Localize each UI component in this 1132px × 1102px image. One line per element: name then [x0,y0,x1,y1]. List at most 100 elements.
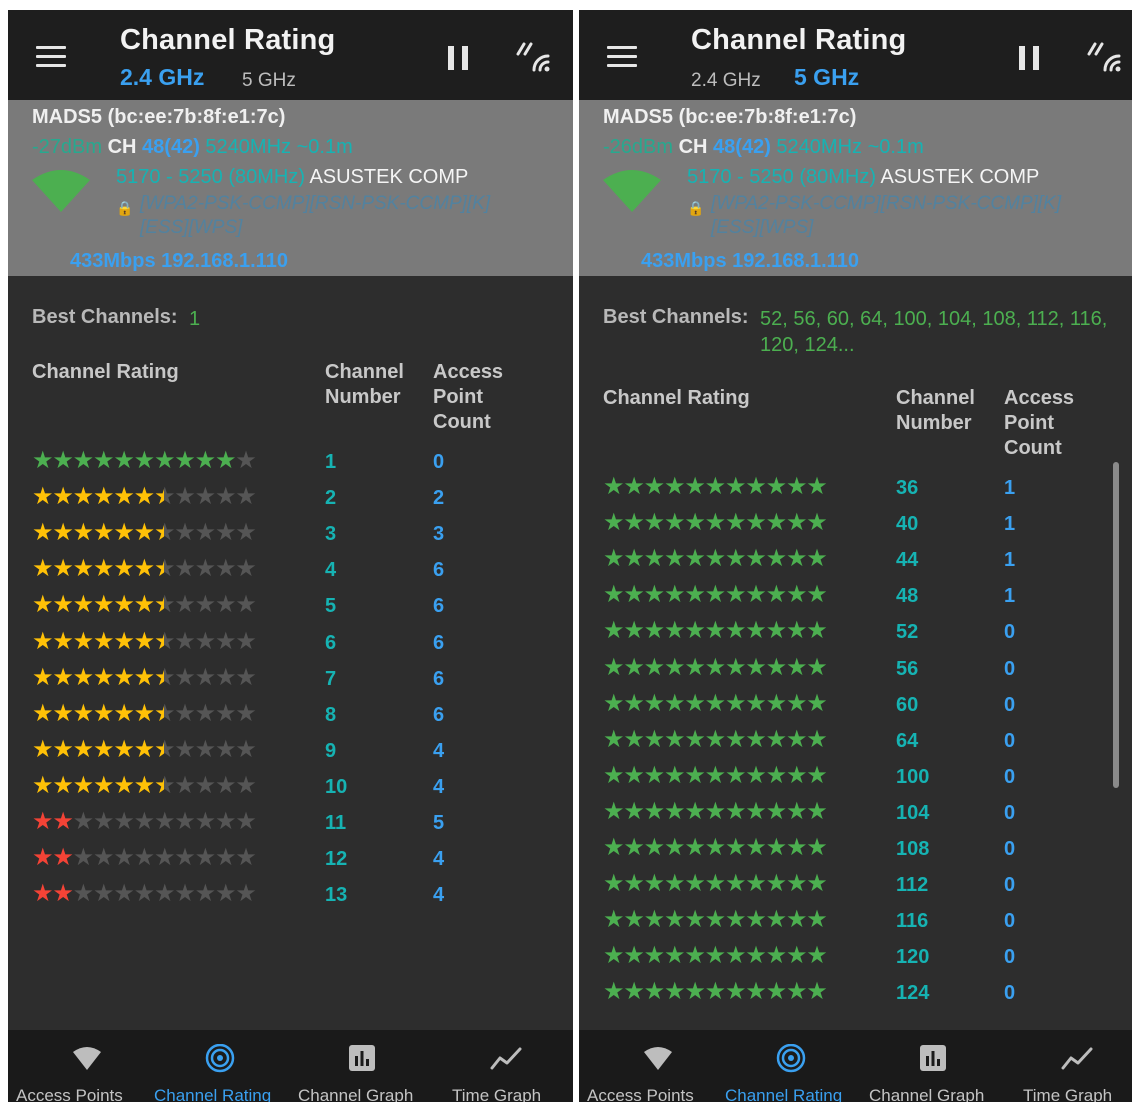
menu-icon[interactable] [36,46,66,68]
table-row[interactable]: ★★★★★★★★★★★ 6 6 [32,627,532,663]
band-tab-2-4ghz[interactable]: 2.4 GHz [691,70,761,92]
star-icon: ★ [214,663,237,691]
star-icon: ★ [72,627,95,655]
table-row[interactable]: ★★★★★★★★★★★ 12 4 [32,843,532,879]
band-tab-2-4ghz[interactable]: 2.4 GHz [120,64,204,91]
star-icon: ★ [32,771,54,799]
channel-label: CH [678,136,708,158]
nav-channel-graph[interactable]: Channel Graph [869,1030,1009,1102]
nav-label: Channel Rating [154,1086,272,1102]
table-row[interactable]: ★★★★★★★★★★★ 48 1 [603,580,1103,616]
access-point-count: 6 [433,703,445,726]
channel-number: 108 [896,838,930,860]
table-row[interactable]: ★★★★★★★★★★★ 108 0 [603,833,1103,869]
star-icon: ★ [174,483,196,511]
star-icon: ★ [663,545,686,573]
nav-time-graph[interactable]: Time Graph [1023,1030,1132,1102]
band-tab-5ghz[interactable]: 5 GHz [242,70,296,92]
nav-access-points[interactable]: Access Points [16,1030,156,1102]
star-icon: ★ [72,808,95,835]
star-icon: ★ [765,473,788,500]
channel-number: 2 [325,487,337,510]
star-icon: ★ [724,870,747,898]
star-icon: ★ [806,978,828,1006]
table-row[interactable]: ★★★★★★★★★★★ 36 1 [603,472,1103,508]
table-row[interactable]: ★★★★★★★★★★★ 8 6 [32,699,532,735]
star-icon: ★ [623,581,645,609]
star-icon: ★ [663,617,686,645]
star-icon: ★ [704,870,727,898]
table-row[interactable]: ★★★★★★★★★★★ 3 3 [32,518,532,554]
table-row[interactable]: ★★★★★★★★★★★ 52 0 [603,616,1103,652]
channel-number: 7 [325,667,337,690]
star-icon: ★ [32,447,54,474]
star-icon: ★ [806,797,828,825]
table-row[interactable]: ★★★★★★★★★★★ 7 6 [32,663,532,699]
channel-number: 6 [325,631,337,654]
star-icon: ★ [194,771,217,799]
table-row[interactable]: ★★★★★★★★★★★ 40 1 [603,508,1103,544]
table-row[interactable]: ★★★★★★★★★★★ 104 0 [603,797,1103,833]
app-bar: Channel Rating 2.4 GHz 5 GHz [579,10,1132,100]
star-icon: ★ [603,581,625,609]
table-row[interactable]: ★★★★★★★★★★★ 11 5 [32,807,532,843]
star-icon: ★ [92,699,115,727]
star-icon: ★ [704,761,727,789]
table-row[interactable]: ★★★★★★★★★★★ 2 2 [32,482,532,518]
table-row[interactable]: ★★★★★★★★★★★ 4 6 [32,554,532,590]
access-point-card[interactable]: MADS5 (bc:ee:7b:8f:e1:7c) -27dBm CH 48(42… [8,100,573,276]
star-icon: ★ [32,555,54,583]
table-row[interactable]: ★★★★★★★★★★★ 44 1 [603,544,1103,580]
table-row[interactable]: ★★★★★★★★★★★ 5 6 [32,590,532,626]
star-icon: ★ [704,942,727,970]
star-icon: ★ [92,844,115,872]
star-icon: ★ [623,689,645,717]
nav-access-points[interactable]: Access Points [587,1030,727,1102]
table-row[interactable]: ★★★★★★★★★★★ 56 0 [603,653,1103,689]
table-row[interactable]: ★★★★★★★★★★★ 9 4 [32,735,532,771]
star-icon: ★ [92,627,115,655]
star-icon: ★ [113,808,135,835]
star-icon: ★ [214,771,237,799]
menu-icon[interactable] [607,46,637,68]
table-row[interactable]: ★★★★★★★★★★★ 124 0 [603,977,1103,1013]
star-icon: ★ [92,771,115,799]
star-icon: ★ [724,545,747,573]
scrollbar[interactable] [1113,462,1119,788]
band-tab-5ghz[interactable]: 5 GHz [794,64,859,91]
star-icon: ★ [806,581,828,609]
pause-icon[interactable] [1019,46,1041,70]
wifi-scan-icon[interactable] [1085,40,1125,76]
best-channels-label: Best Channels: [603,306,749,328]
table-row[interactable]: ★★★★★★★★★★★ 13 4 [32,879,532,915]
nav-channel-rating[interactable]: Channel Rating [725,1030,865,1102]
nav-channel-graph[interactable]: Channel Graph [298,1030,438,1102]
star-icon: ★ [52,699,74,727]
wifi-scan-icon[interactable] [514,40,554,76]
star-rating: ★★★★★★★★★★★ [32,843,257,873]
star-icon: ★ [704,689,727,717]
table-row[interactable]: ★★★★★★★★★★★ 1 0 [32,446,532,482]
ap-name: MADS5 (bc:ee:7b:8f:e1:7c) [32,106,286,128]
star-icon: ★ [623,509,645,537]
star-icon: ★ [745,545,767,573]
star-icon: ★ [113,519,135,547]
table-row[interactable]: ★★★★★★★★★★★ 64 0 [603,725,1103,761]
star-icon: ★ [745,689,767,717]
access-point-card[interactable]: MADS5 (bc:ee:7b:8f:e1:7c) -26dBm CH 48(42… [579,100,1132,276]
table-row[interactable]: ★★★★★★★★★★★ 100 0 [603,761,1103,797]
star-icon: ★ [623,473,645,500]
table-row[interactable]: ★★★★★★★★★★★ 10 4 [32,771,532,807]
table-row[interactable]: ★★★★★★★★★★★ 116 0 [603,905,1103,941]
channel-number: 40 [896,513,919,536]
table-row[interactable]: ★★★★★★★★★★★ 60 0 [603,689,1103,725]
table-row[interactable]: ★★★★★★★★★★★ 112 0 [603,869,1103,905]
channel-number: 12 [325,848,348,871]
star-icon: ★ [745,870,767,898]
nav-time-graph[interactable]: Time Graph [452,1030,573,1102]
table-row[interactable]: ★★★★★★★★★★★ 120 0 [603,941,1103,977]
pause-icon[interactable] [448,46,470,70]
star-icon: ★ [663,689,686,717]
nav-channel-rating[interactable]: Channel Rating [154,1030,294,1102]
nav-label: Time Graph [452,1086,542,1102]
